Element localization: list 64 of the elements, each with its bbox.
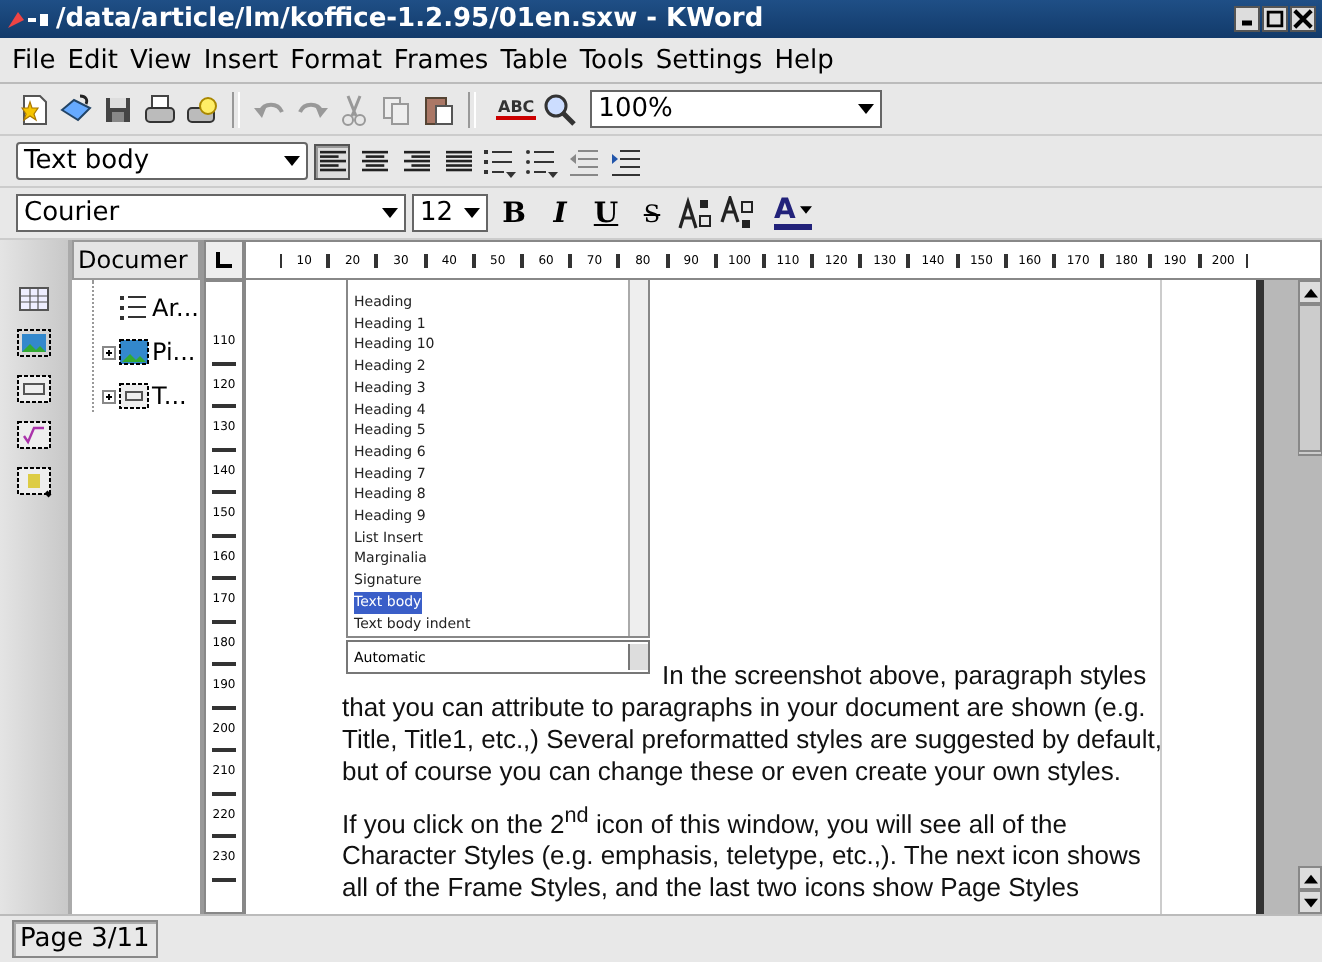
menu-item[interactable]: Help [774, 45, 844, 75]
underline-button[interactable]: U [586, 197, 626, 229]
bold-button[interactable]: B [494, 197, 534, 229]
menu-item[interactable]: Table [500, 45, 578, 75]
menu-item[interactable]: Edit [67, 45, 128, 75]
spellcheck-button[interactable]: ABC [496, 98, 537, 120]
picture-frame-icon [118, 336, 150, 368]
caret-icon [382, 208, 398, 218]
font-combo[interactable]: Courier [16, 194, 406, 232]
subscript-icon[interactable] [720, 195, 756, 231]
caret-icon [799, 206, 812, 214]
paragraph: If you click on the 2$^{nd}$ icon of this window, you will see all of the Character Styles (e.g. emphasis, teletype, etc.,). The next icon shows all of the Frame Styles, and the last two icons show Page Styles [342, 802, 1143, 905]
caret-icon [858, 104, 875, 114]
new-document-icon[interactable] [16, 91, 52, 127]
scroll-down-button[interactable] [1298, 890, 1322, 914]
font-size-combo[interactable]: 12 [412, 194, 488, 232]
maximize-button[interactable] [1262, 6, 1288, 32]
up-arrow-icon [1303, 873, 1317, 883]
close-icon [1292, 8, 1314, 30]
picture-frame-icon[interactable] [16, 326, 52, 362]
vertical-scrollbar[interactable] [1264, 280, 1322, 914]
menu-item[interactable]: Format [290, 45, 392, 75]
scroll-thumb[interactable] [1298, 304, 1322, 456]
tree-item[interactable]: Ar... [152, 294, 199, 322]
italic-button[interactable]: I [540, 197, 580, 229]
font-color-button[interactable]: A [774, 196, 812, 230]
minimize-icon [1242, 20, 1252, 26]
text-frame-icon[interactable] [16, 372, 52, 408]
up-arrow-icon [1303, 287, 1317, 297]
tree-item[interactable]: T... [152, 382, 187, 410]
down-arrow-icon [1303, 897, 1317, 907]
window-title: /data/article/lm/koffice-1.2.95/01en.sxw - KWord [56, 4, 766, 34]
caret-icon [464, 208, 480, 218]
strikethrough-button[interactable]: S [632, 199, 672, 227]
caret-icon [284, 156, 300, 166]
align-left-button[interactable] [314, 143, 350, 179]
zoom-combo[interactable]: 100% [590, 90, 883, 128]
expand-icon[interactable] [102, 389, 116, 403]
scroll-up-button[interactable] [1298, 280, 1322, 304]
scroll-up-button[interactable] [1298, 866, 1322, 890]
expand-icon[interactable] [102, 345, 116, 359]
text-frame-icon [118, 380, 150, 412]
app-icon [6, 7, 50, 31]
maximize-icon [1264, 8, 1286, 30]
printer-icon[interactable] [142, 91, 178, 127]
close-button[interactable] [1290, 6, 1316, 32]
left-tab-icon [214, 250, 234, 270]
style-combo[interactable]: Text body [16, 142, 308, 180]
menu-item[interactable]: Insert [203, 45, 289, 75]
menu-item[interactable]: Frames [393, 45, 499, 75]
formula-frame-icon[interactable] [16, 418, 52, 454]
menu-item[interactable]: Tools [579, 45, 654, 75]
menu-item[interactable]: Settings [655, 45, 773, 75]
magnifier-icon[interactable] [542, 91, 579, 127]
documents-tab[interactable]: Documer [72, 240, 200, 280]
menu-item[interactable]: File [12, 45, 66, 75]
paste-icon[interactable] [420, 91, 456, 127]
page-indicator: Page 3/11 [12, 920, 158, 958]
tree-item[interactable]: Pi... [152, 338, 196, 366]
superscript-icon[interactable] [678, 195, 714, 231]
menu-item[interactable]: View [129, 45, 202, 75]
numbered-text-icon [118, 292, 150, 324]
tab-stop-selector[interactable] [204, 240, 244, 280]
minimize-button[interactable] [1234, 6, 1260, 32]
